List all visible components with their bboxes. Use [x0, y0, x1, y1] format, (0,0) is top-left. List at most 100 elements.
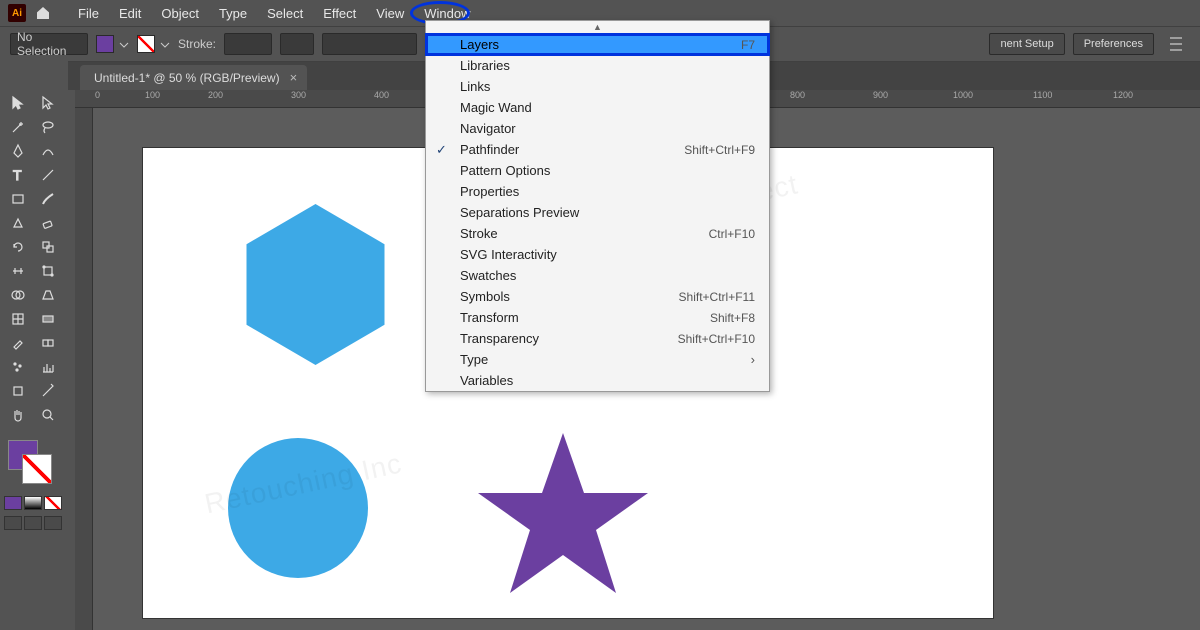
ruler-tick: 1100 [1033, 90, 1052, 100]
preferences-button[interactable]: Preferences [1073, 33, 1154, 55]
rectangle-tool[interactable] [4, 188, 32, 210]
menu-item-transparency[interactable]: Transparency Shift+Ctrl+F10 [426, 328, 769, 349]
ruler-tick: 1200 [1113, 90, 1133, 100]
menu-item-swatches[interactable]: Swatches [426, 265, 769, 286]
eraser-tool[interactable] [34, 212, 62, 234]
color-mode-swatch[interactable] [4, 496, 22, 510]
menu-item-label: Properties [460, 184, 519, 199]
free-transform-tool[interactable] [34, 260, 62, 282]
circle-shape[interactable] [228, 438, 368, 578]
menu-item-label: Transform [460, 310, 519, 325]
ruler-tick: 200 [208, 90, 223, 100]
ruler-tick: 400 [374, 90, 389, 100]
menu-item-properties[interactable]: Properties [426, 181, 769, 202]
shaper-tool[interactable] [4, 212, 32, 234]
menu-item-svg-interactivity[interactable]: SVG Interactivity [426, 244, 769, 265]
menu-edit[interactable]: Edit [109, 2, 151, 25]
menu-view[interactable]: View [366, 2, 414, 25]
tab-title: Untitled-1* @ 50 % (RGB/Preview) [94, 71, 280, 85]
menu-item-type[interactable]: Type› [426, 349, 769, 370]
magic-wand-tool[interactable] [4, 116, 32, 138]
graph-tool[interactable] [34, 356, 62, 378]
menu-type[interactable]: Type [209, 2, 257, 25]
zoom-tool[interactable] [34, 404, 62, 426]
menu-file[interactable]: File [68, 2, 109, 25]
menu-object[interactable]: Object [151, 2, 209, 25]
menu-item-layers[interactable]: Layers F7 [426, 34, 769, 55]
menu-item-transform[interactable]: Transform Shift+F8 [426, 307, 769, 328]
draw-inside-icon[interactable] [44, 516, 62, 530]
pen-tool[interactable] [4, 140, 32, 162]
align-icon[interactable] [1162, 33, 1190, 55]
menu-item-variables[interactable]: Variables [426, 370, 769, 391]
artboard-tool[interactable] [4, 380, 32, 402]
blend-tool[interactable] [34, 332, 62, 354]
brush-select[interactable] [322, 33, 417, 55]
menu-item-symbols[interactable]: SymbolsShift+Ctrl+F11 [426, 286, 769, 307]
lasso-tool[interactable] [34, 116, 62, 138]
fill-swatch[interactable] [96, 35, 114, 53]
menu-effect[interactable]: Effect [313, 2, 366, 25]
shape-builder-tool[interactable] [4, 284, 32, 306]
gradient-tool[interactable] [34, 308, 62, 330]
line-tool[interactable] [34, 164, 62, 186]
home-icon[interactable] [34, 4, 52, 22]
fill-swatch-group[interactable] [96, 35, 129, 53]
stroke-swatch-large[interactable] [22, 454, 52, 484]
menu-item-label: Stroke [460, 226, 498, 241]
menu-item-shortcut: F7 [741, 38, 755, 52]
star-shape[interactable] [478, 433, 648, 593]
stroke-label: Stroke: [178, 37, 216, 51]
close-icon[interactable]: × [290, 70, 298, 85]
hexagon-shape[interactable] [247, 204, 385, 365]
check-icon: ✓ [436, 142, 447, 158]
symbol-sprayer-tool[interactable] [4, 356, 32, 378]
type-tool[interactable]: T [4, 164, 32, 186]
menu-item-label: Links [460, 79, 490, 94]
menu-item-label: SVG Interactivity [460, 247, 557, 262]
menu-item-libraries[interactable]: Libraries [426, 55, 769, 76]
document-setup-button[interactable]: nent Setup [989, 33, 1064, 55]
stroke-weight-input[interactable] [224, 33, 272, 55]
stroke-swatch[interactable] [137, 35, 155, 53]
chevron-down-icon[interactable] [160, 39, 170, 49]
menu-item-label: Transparency [460, 331, 539, 346]
menu-select[interactable]: Select [257, 2, 313, 25]
perspective-tool[interactable] [34, 284, 62, 306]
draw-behind-icon[interactable] [24, 516, 42, 530]
menu-item-navigator[interactable]: Navigator [426, 118, 769, 139]
svg-text:T: T [13, 167, 22, 183]
selection-status: No Selection [10, 33, 88, 55]
draw-normal-icon[interactable] [4, 516, 22, 530]
slice-tool[interactable] [34, 380, 62, 402]
menu-item-label: Separations Preview [460, 205, 579, 220]
menu-item-stroke[interactable]: Stroke Ctrl+F10 [426, 223, 769, 244]
none-mode-swatch[interactable] [44, 496, 62, 510]
chevron-down-icon[interactable] [119, 39, 129, 49]
rotate-tool[interactable] [4, 236, 32, 258]
direct-selection-tool[interactable] [34, 92, 62, 114]
scale-tool[interactable] [34, 236, 62, 258]
selection-tool[interactable] [4, 92, 32, 114]
menu-item-label: Symbols [460, 289, 510, 304]
gradient-mode-swatch[interactable] [24, 496, 42, 510]
menu-item-label: Layers [460, 37, 499, 52]
menu-item-links[interactable]: Links [426, 76, 769, 97]
scroll-up-icon[interactable]: ▲ [426, 21, 769, 34]
mesh-tool[interactable] [4, 308, 32, 330]
width-tool[interactable] [4, 260, 32, 282]
stroke-swatch-group[interactable] [137, 35, 170, 53]
menu-item-pathfinder[interactable]: ✓PathfinderShift+Ctrl+F9 [426, 139, 769, 160]
menu-item-separations-preview[interactable]: Separations Preview [426, 202, 769, 223]
eyedropper-tool[interactable] [4, 332, 32, 354]
menu-item-shortcut: Shift+F8 [710, 311, 755, 325]
menu-item-shortcut: Shift+Ctrl+F10 [678, 332, 755, 346]
menu-item-magic-wand[interactable]: Magic Wand [426, 97, 769, 118]
menu-item-shortcut: Ctrl+F10 [709, 227, 755, 241]
hand-tool[interactable] [4, 404, 32, 426]
paintbrush-tool[interactable] [34, 188, 62, 210]
document-tab[interactable]: Untitled-1* @ 50 % (RGB/Preview) × [80, 65, 307, 90]
menu-item-pattern-options[interactable]: Pattern Options [426, 160, 769, 181]
stroke-style-select[interactable] [280, 33, 314, 55]
curvature-tool[interactable] [34, 140, 62, 162]
